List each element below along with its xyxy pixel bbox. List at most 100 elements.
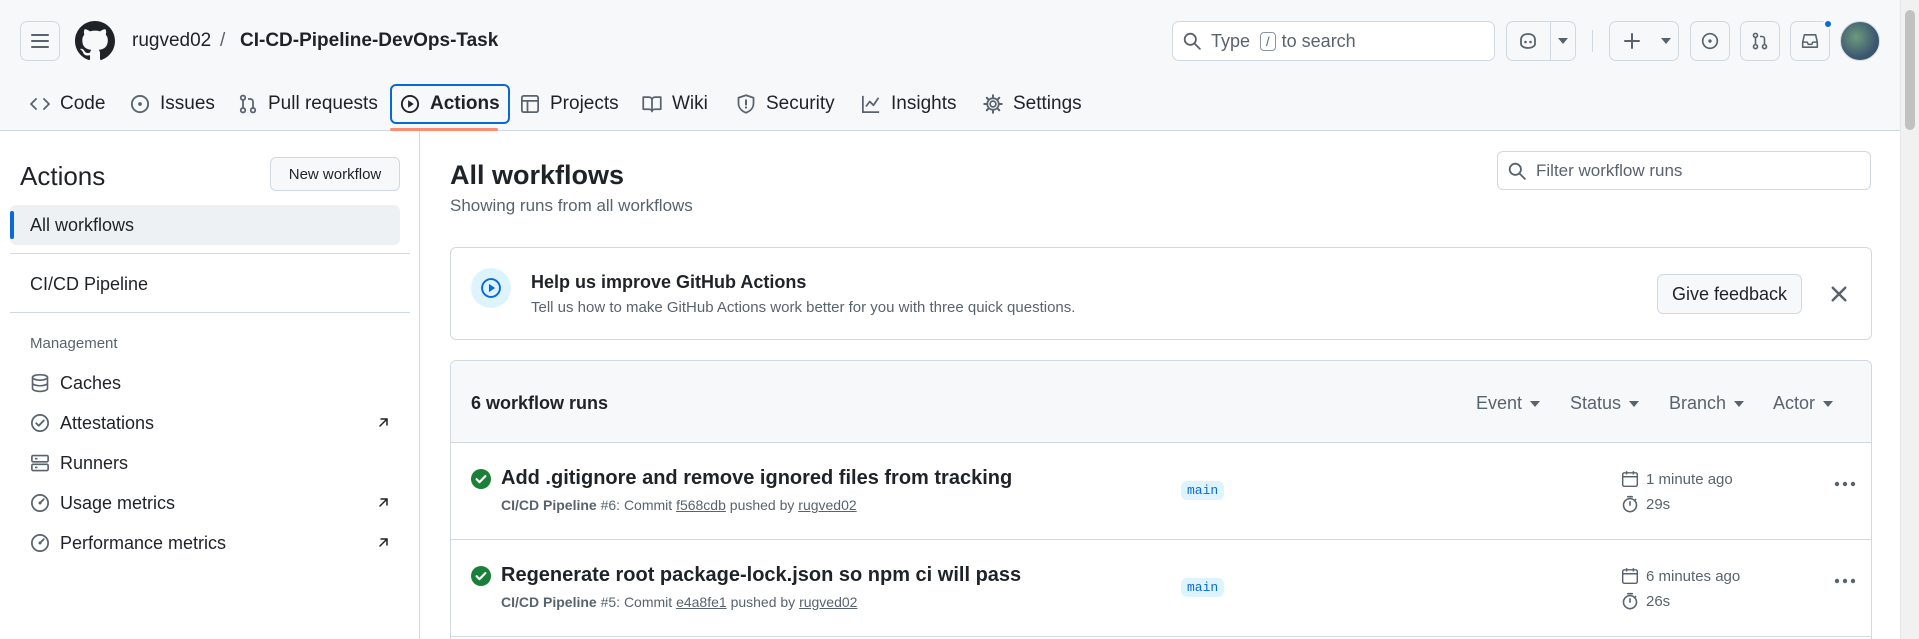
filter-label: Status (1570, 393, 1622, 413)
breadcrumb-owner[interactable]: rugved02 (132, 30, 211, 52)
create-new-button[interactable] (1609, 21, 1679, 61)
close-icon[interactable] (1829, 284, 1849, 304)
tab-label: Insights (891, 93, 957, 114)
pull-request-icon (1752, 32, 1768, 50)
runs-header: 6 workflow runs Event Status Branch Acto… (451, 361, 1871, 443)
kebab-horizontal-icon[interactable] (1834, 481, 1856, 487)
management-heading: Management (30, 335, 118, 352)
external-link-icon (379, 498, 388, 507)
tab-actions[interactable]: Actions (390, 84, 510, 124)
run-when: 1 minute ago (1646, 470, 1733, 488)
tab-wiki[interactable]: Wiki (634, 84, 716, 124)
sidebar-item-label: Performance metrics (60, 532, 227, 553)
run-pushed-by: pushed by (730, 594, 796, 610)
sidebar-item-runners[interactable]: Runners (30, 445, 390, 481)
tab-insights[interactable]: Insights (853, 84, 964, 124)
tab-projects[interactable]: Projects (512, 84, 627, 124)
filter-workflow-runs[interactable] (1497, 151, 1871, 190)
sidebar-item-attestations[interactable]: Attestations (30, 405, 390, 441)
tab-label: Code (60, 93, 106, 114)
sidebar-item-usage-metrics[interactable]: Usage metrics (30, 485, 390, 521)
github-logo-icon[interactable] (75, 21, 115, 61)
search-icon (1183, 32, 1201, 50)
global-search[interactable]: Type / to search (1172, 21, 1495, 61)
workflow-run-row[interactable]: Regenerate root package-lock.json so npm… (451, 540, 1871, 637)
tab-label: Pull requests (268, 93, 378, 114)
page-scrollbar[interactable] (1900, 0, 1919, 639)
chevron-down-icon (1823, 400, 1834, 407)
stopwatch-icon (1622, 592, 1638, 610)
sidebar-item-workflow[interactable]: CI/CD Pipeline (10, 264, 400, 304)
database-icon (31, 373, 49, 393)
branch-label[interactable]: main (1181, 578, 1225, 597)
tab-issues[interactable]: Issues (122, 84, 223, 124)
tab-label: Projects (550, 93, 619, 114)
tab-security[interactable]: Security (728, 84, 843, 124)
meter-icon (31, 494, 49, 512)
create-dropdown[interactable] (1653, 22, 1678, 60)
filter-label: Branch (1669, 393, 1727, 413)
status-filter[interactable]: Status (1570, 393, 1640, 414)
run-title[interactable]: Add .gitignore and remove ignored files … (501, 467, 1012, 490)
run-pushed-by: pushed by (729, 497, 795, 513)
branch-filter[interactable]: Branch (1669, 393, 1745, 414)
actor-filter[interactable]: Actor (1773, 393, 1834, 414)
your-pull-requests-button[interactable] (1740, 21, 1780, 61)
top-bar: rugved02 / CI-CD-Pipeline-DevOps-Task Ty… (0, 0, 1900, 80)
tab-code[interactable]: Code (22, 84, 113, 124)
run-number: #6 (600, 497, 617, 513)
run-commit-sha[interactable]: e4a8fe1 (676, 594, 727, 610)
your-issues-button[interactable] (1690, 21, 1730, 61)
breadcrumb-repo[interactable]: CI-CD-Pipeline-DevOps-Task (240, 30, 498, 52)
sidebar-item-all-workflows[interactable]: All workflows (10, 205, 400, 245)
run-title[interactable]: Regenerate root package-lock.json so npm… (501, 564, 1021, 587)
tab-pull-requests[interactable]: Pull requests (230, 84, 386, 124)
sidebar-divider (10, 312, 410, 313)
filter-input[interactable] (1536, 160, 1856, 181)
event-filter[interactable]: Event (1476, 393, 1541, 414)
new-workflow-button[interactable]: New workflow (270, 157, 400, 191)
server-icon (31, 454, 49, 472)
copilot-dropdown[interactable] (1551, 22, 1575, 60)
search-icon (1508, 162, 1526, 180)
workflow-run-row[interactable]: Add .gitignore and remove ignored files … (451, 443, 1871, 540)
calendar-icon (1621, 471, 1639, 488)
run-timestamp: 1 minute ago (1621, 470, 1733, 488)
run-actor[interactable]: rugved02 (798, 497, 856, 513)
copilot-button[interactable] (1506, 21, 1576, 61)
breadcrumb-separator: / (220, 30, 226, 51)
run-actor[interactable]: rugved02 (799, 594, 857, 610)
plus-wrap[interactable] (1610, 22, 1653, 60)
sidebar-item-performance-metrics[interactable]: Performance metrics (30, 525, 390, 561)
run-workflow: CI/CD Pipeline (501, 594, 597, 610)
app-header: rugved02 / CI-CD-Pipeline-DevOps-Task Ty… (0, 0, 1900, 131)
copilot-icon-wrap[interactable] (1507, 22, 1550, 60)
run-commit-sha[interactable]: f568cdb (676, 497, 726, 513)
tab-settings[interactable]: Settings (975, 84, 1090, 124)
runs-count: 6 workflow runs (471, 393, 609, 413)
issue-icon (130, 94, 150, 114)
sidebar-divider (10, 253, 410, 254)
run-duration: 29s (1621, 495, 1670, 513)
graph-icon (862, 95, 880, 113)
hamburger-icon (31, 34, 49, 48)
kebab-horizontal-icon[interactable] (1834, 578, 1856, 584)
notification-dot (1823, 19, 1833, 29)
pull-request-icon (239, 94, 257, 114)
workflow-runs-list: 6 workflow runs Event Status Branch Acto… (450, 360, 1872, 639)
chevron-down-icon (1660, 38, 1671, 44)
tab-label: Actions (430, 93, 500, 114)
branch-label[interactable]: main (1181, 481, 1225, 500)
sidebar-item-caches[interactable]: Caches (30, 365, 390, 401)
external-link-icon (379, 418, 388, 427)
sidebar-item-label: Caches (60, 372, 122, 393)
sidebar-item-label: Runners (60, 452, 129, 473)
actions-icon-wrap (471, 268, 511, 308)
avatar[interactable] (1840, 21, 1880, 61)
give-feedback-button[interactable]: Give feedback (1657, 274, 1802, 314)
tab-label: Wiki (672, 93, 708, 114)
scrollbar-thumb[interactable] (1905, 10, 1915, 130)
sidebar-item-label: Attestations (60, 412, 155, 433)
feedback-description: Tell us how to make GitHub Actions work … (531, 299, 1076, 316)
menu-button[interactable] (20, 21, 60, 61)
